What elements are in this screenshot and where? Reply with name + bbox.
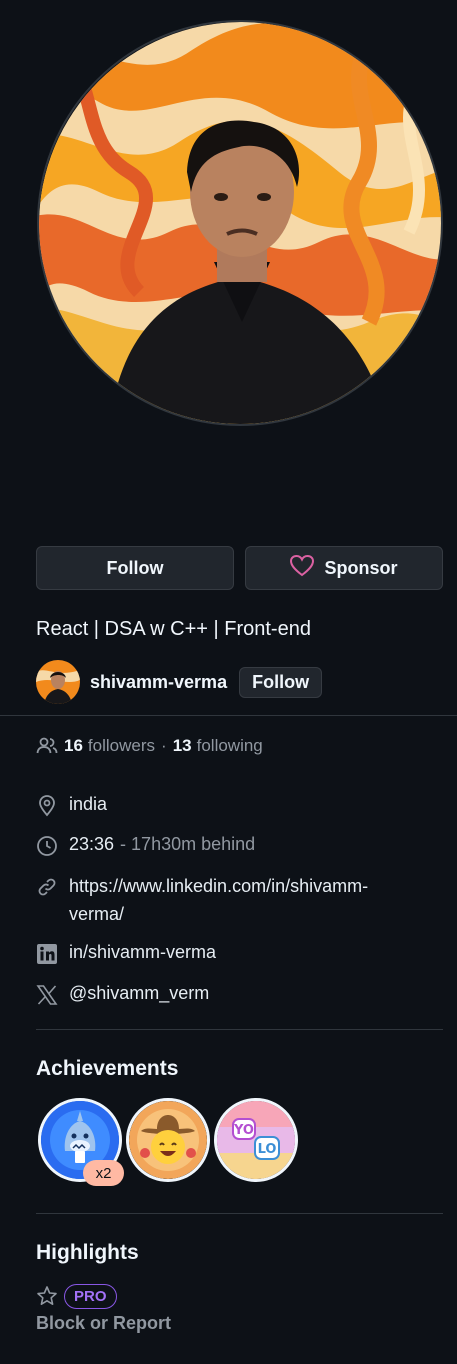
x-logo-icon	[36, 984, 58, 1006]
location-pin-icon	[36, 795, 58, 817]
profile-avatar[interactable]	[37, 20, 443, 426]
linkedin-icon	[36, 943, 58, 965]
local-time-item: 23:36 - 17h30m behind	[36, 834, 255, 857]
achievement-cowboy-badge[interactable]	[126, 1098, 210, 1182]
user-avatar[interactable]	[36, 660, 80, 704]
user-card: shivamm-verma Follow	[36, 660, 323, 704]
sponsor-button[interactable]: Sponsor	[245, 546, 443, 590]
time-offset: - 17h30m behind	[120, 834, 256, 854]
linkedin-link[interactable]: in/shivamm-verma	[69, 942, 216, 963]
svg-text:YO: YO	[233, 1123, 254, 1138]
heart-icon	[290, 554, 315, 582]
following-count[interactable]: 13	[173, 736, 192, 756]
separator: ·	[161, 736, 167, 755]
website-item: https://www.linkedin.com/in/shivamm-verm…	[36, 875, 409, 928]
achievement-yolo-badge[interactable]: YO LO	[214, 1098, 298, 1182]
highlights-heading: Highlights	[36, 1241, 139, 1264]
sponsor-button-label: Sponsor	[324, 557, 398, 578]
pro-badge: PRO	[64, 1284, 117, 1309]
linkedin-item: in/shivamm-verma	[36, 942, 216, 965]
svg-text:LO: LO	[258, 1142, 277, 1157]
location-item: india	[36, 794, 107, 817]
follow-stats: 16 followers · 13 following	[36, 736, 263, 756]
x-link[interactable]: @shivamm_verm	[69, 983, 209, 1004]
user-follow-button[interactable]: Follow	[239, 666, 323, 698]
achievements-heading[interactable]: Achievements	[36, 1057, 178, 1081]
user-name[interactable]: shivamm-verma	[90, 672, 227, 693]
star-icon	[36, 1285, 58, 1307]
divider	[36, 1029, 443, 1030]
people-icon	[36, 737, 58, 755]
badge-count: x2	[83, 1160, 124, 1186]
website-link[interactable]: https://www.linkedin.com/in/shivamm-verm…	[69, 872, 409, 928]
follow-button[interactable]: Follow	[36, 546, 234, 590]
following-label[interactable]: following	[197, 736, 263, 756]
x-item: @shivamm_verm	[36, 983, 209, 1006]
block-or-report-link[interactable]: Block or Report	[36, 1313, 171, 1334]
divider	[0, 715, 457, 716]
follow-button-label: Follow	[106, 557, 164, 578]
followers-label[interactable]: followers	[88, 736, 155, 756]
divider	[36, 1213, 443, 1214]
followers-count[interactable]: 16	[64, 736, 83, 756]
profile-bio: React | DSA w C++ | Front-end	[36, 618, 311, 640]
link-icon	[36, 876, 58, 898]
local-time: 23:36	[69, 834, 115, 854]
location-text: india	[69, 794, 108, 814]
clock-icon	[36, 835, 58, 857]
